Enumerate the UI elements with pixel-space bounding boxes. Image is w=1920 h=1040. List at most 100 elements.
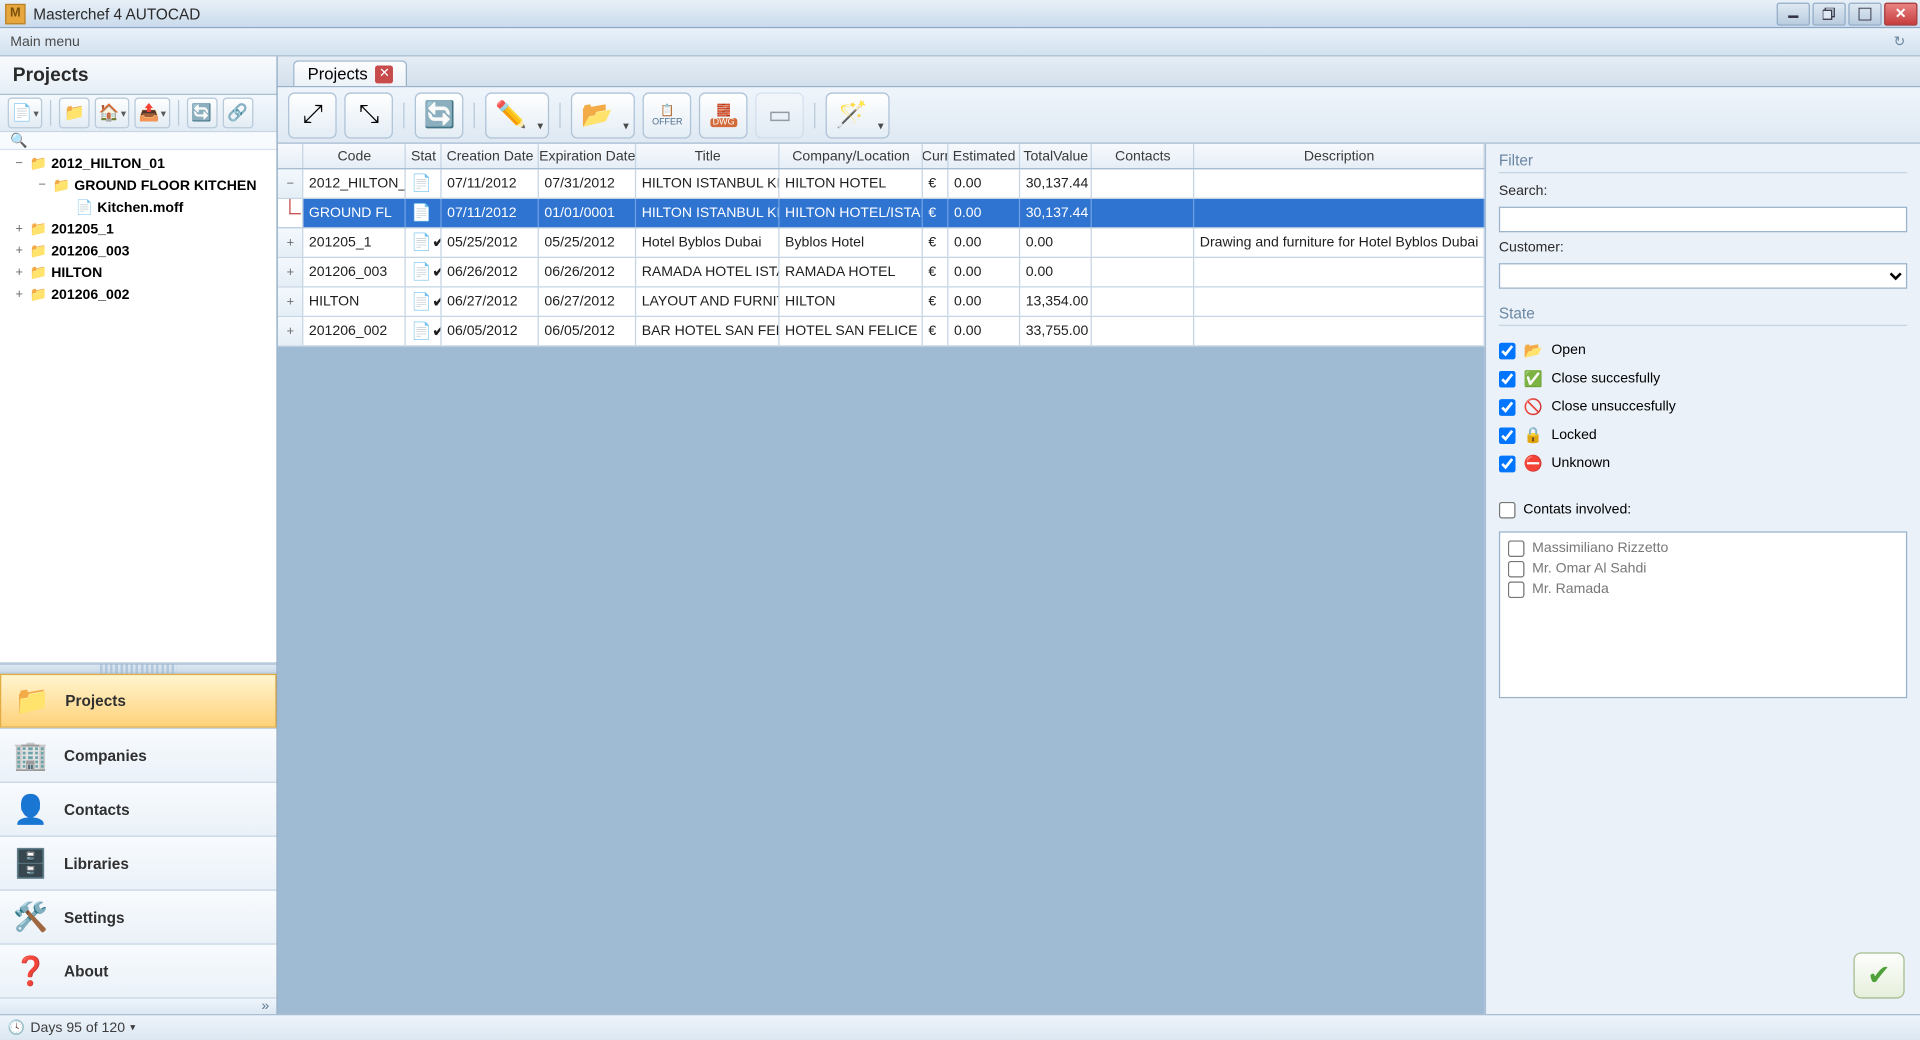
maximize-button[interactable]: [1848, 2, 1881, 25]
tree-twisty-icon[interactable]: −: [10, 157, 28, 171]
row-expander-icon[interactable]: +: [278, 288, 304, 316]
main-menu-item[interactable]: Main menu: [10, 34, 80, 49]
search-input[interactable]: [1499, 207, 1907, 233]
cell: RAMADA HOTEL ISTAN: [637, 258, 780, 286]
state-filter-row[interactable]: 🚫Close unsuccesfully: [1499, 393, 1907, 421]
contact-checkbox[interactable]: [1508, 540, 1525, 557]
table-row[interactable]: +201206_003📄✔06/26/201206/26/2012RAMADA …: [278, 258, 1485, 288]
column-header[interactable]: Code: [304, 144, 406, 168]
row-expander-icon[interactable]: −: [278, 169, 304, 197]
cell: [1195, 258, 1485, 286]
close-button[interactable]: ✕: [1884, 2, 1917, 25]
column-header[interactable]: Estimated: [949, 144, 1021, 168]
row-expander-icon[interactable]: +: [278, 258, 304, 286]
tree-twisty-icon[interactable]: −: [33, 178, 51, 192]
sidebar-search-row[interactable]: 🔍: [0, 132, 277, 150]
row-expander-icon[interactable]: +: [278, 317, 304, 345]
state-filter-row[interactable]: 📂Open: [1499, 336, 1907, 364]
projects-grid[interactable]: CodeStatCreation DateExpiration DateTitl…: [278, 144, 1485, 347]
project-tree[interactable]: −📁2012_HILTON_01−📁GROUND FLOOR KITCHEN📄K…: [0, 150, 277, 663]
row-expander-icon[interactable]: +: [278, 228, 304, 256]
state-filter-row[interactable]: ✅Close succesfully: [1499, 365, 1907, 393]
offer-button[interactable]: 📋OFFER: [643, 92, 692, 138]
collapse-all-button[interactable]: ⤡: [345, 92, 394, 138]
contact-row[interactable]: Mr. Omar Al Sahdi: [1508, 558, 1898, 579]
sidebar-nav-contacts[interactable]: 👤Contacts: [0, 782, 277, 836]
state-filter-row[interactable]: ⛔Unknown: [1499, 449, 1907, 477]
refresh-button[interactable]: 🔄: [186, 98, 217, 129]
apply-filter-button[interactable]: ✔: [1853, 952, 1904, 998]
status-dropdown-icon[interactable]: ▾: [130, 1022, 135, 1034]
refresh-grid-button[interactable]: 🔄: [415, 92, 464, 138]
column-header[interactable]: Title: [637, 144, 780, 168]
contact-checkbox[interactable]: [1508, 560, 1525, 577]
home-button[interactable]: 🏠: [95, 98, 130, 129]
tab-close-icon[interactable]: ✕: [375, 65, 393, 83]
sidebar-splitter[interactable]: [0, 664, 277, 674]
sidebar-collapse[interactable]: »: [0, 997, 277, 1014]
column-header[interactable]: Curr: [923, 144, 949, 168]
edit-button[interactable]: ✏️: [486, 92, 550, 138]
tree-node[interactable]: +📁201205_1: [5, 218, 272, 240]
table-row[interactable]: −2012_HILTON_0📄07/11/201207/31/2012HILTO…: [278, 169, 1485, 199]
sidebar-nav-libraries[interactable]: 🗄️Libraries: [0, 836, 277, 890]
table-row[interactable]: +201205_1📄✔05/25/201205/25/2012Hotel Byb…: [278, 228, 1485, 258]
tree-node[interactable]: −📁GROUND FLOOR KITCHEN: [5, 175, 272, 197]
table-row[interactable]: GROUND FL📄07/11/201201/01/0001HILTON IST…: [278, 199, 1485, 229]
open-folder-button[interactable]: 📂: [571, 92, 635, 138]
new-button[interactable]: 📄: [8, 98, 43, 129]
status-icon: 📄✔: [411, 232, 442, 253]
state-checkbox[interactable]: [1499, 342, 1516, 359]
sidebar-nav-settings[interactable]: 🛠️Settings: [0, 889, 277, 943]
tree-twisty-icon[interactable]: +: [10, 266, 28, 280]
tree-node[interactable]: 📄Kitchen.moff: [5, 196, 272, 218]
column-header[interactable]: TotalValue: [1021, 144, 1093, 168]
link-button[interactable]: 🔗: [222, 98, 253, 129]
tree-twisty-icon[interactable]: +: [10, 244, 28, 258]
tree-node[interactable]: +📁201206_003: [5, 240, 272, 262]
export-button[interactable]: 📤: [135, 98, 170, 129]
sidebar-nav-projects[interactable]: 📁Projects: [0, 674, 277, 728]
tree-node[interactable]: +📁201206_002: [5, 284, 272, 306]
column-header[interactable]: [278, 144, 304, 168]
column-header[interactable]: Description: [1195, 144, 1485, 168]
dwg-button[interactable]: 🧱DWG: [699, 92, 748, 138]
column-header[interactable]: Contacts: [1092, 144, 1194, 168]
contacts-involved-checkbox[interactable]: [1499, 501, 1516, 518]
nav-label: Contacts: [64, 800, 130, 818]
tree-label: 2012_HILTON_01: [51, 156, 165, 171]
tab-projects[interactable]: Projects ✕: [294, 60, 408, 86]
contacts-listbox[interactable]: Massimiliano RizzettoMr. Omar Al SahdiMr…: [1499, 531, 1907, 698]
expand-all-button[interactable]: ⤢: [288, 92, 337, 138]
menu-corner-icon[interactable]: ↻: [1889, 31, 1909, 52]
contact-row[interactable]: Mr. Ramada: [1508, 579, 1898, 600]
sidebar-nav-about[interactable]: ❓About: [0, 943, 277, 997]
tree-twisty-icon[interactable]: +: [10, 222, 28, 236]
column-header[interactable]: Creation Date: [442, 144, 539, 168]
state-checkbox[interactable]: [1499, 370, 1516, 387]
contact-row[interactable]: Massimiliano Rizzetto: [1508, 538, 1898, 559]
column-header[interactable]: Expiration Date: [539, 144, 636, 168]
nav-label: Settings: [64, 908, 125, 926]
state-checkbox[interactable]: [1499, 455, 1516, 472]
disabled-button-1: ▭: [756, 92, 805, 138]
restore-button[interactable]: [1812, 2, 1845, 25]
state-checkbox[interactable]: [1499, 427, 1516, 444]
cell: Hotel Byblos Dubai: [637, 228, 780, 256]
sidebar-nav-companies[interactable]: 🏢Companies: [0, 728, 277, 782]
table-row[interactable]: +201206_002📄✔06/05/201206/05/2012BAR HOT…: [278, 317, 1485, 347]
column-header[interactable]: Stat: [406, 144, 442, 168]
state-filter-row[interactable]: 🔒Locked: [1499, 421, 1907, 449]
customer-select[interactable]: [1499, 263, 1907, 289]
column-header[interactable]: Company/Location: [780, 144, 923, 168]
minimize-button[interactable]: [1777, 2, 1810, 25]
cell: HILTON: [304, 288, 406, 316]
contact-checkbox[interactable]: [1508, 581, 1525, 598]
tree-node[interactable]: −📁2012_HILTON_01: [5, 153, 272, 175]
table-row[interactable]: +HILTON📄✔06/27/201206/27/2012LAYOUT AND …: [278, 288, 1485, 318]
folder-button[interactable]: 📁: [59, 98, 90, 129]
magic-wand-button[interactable]: 🪄: [826, 92, 890, 138]
tree-twisty-icon[interactable]: +: [10, 288, 28, 302]
state-checkbox[interactable]: [1499, 399, 1516, 416]
tree-node[interactable]: +📁HILTON: [5, 262, 272, 284]
